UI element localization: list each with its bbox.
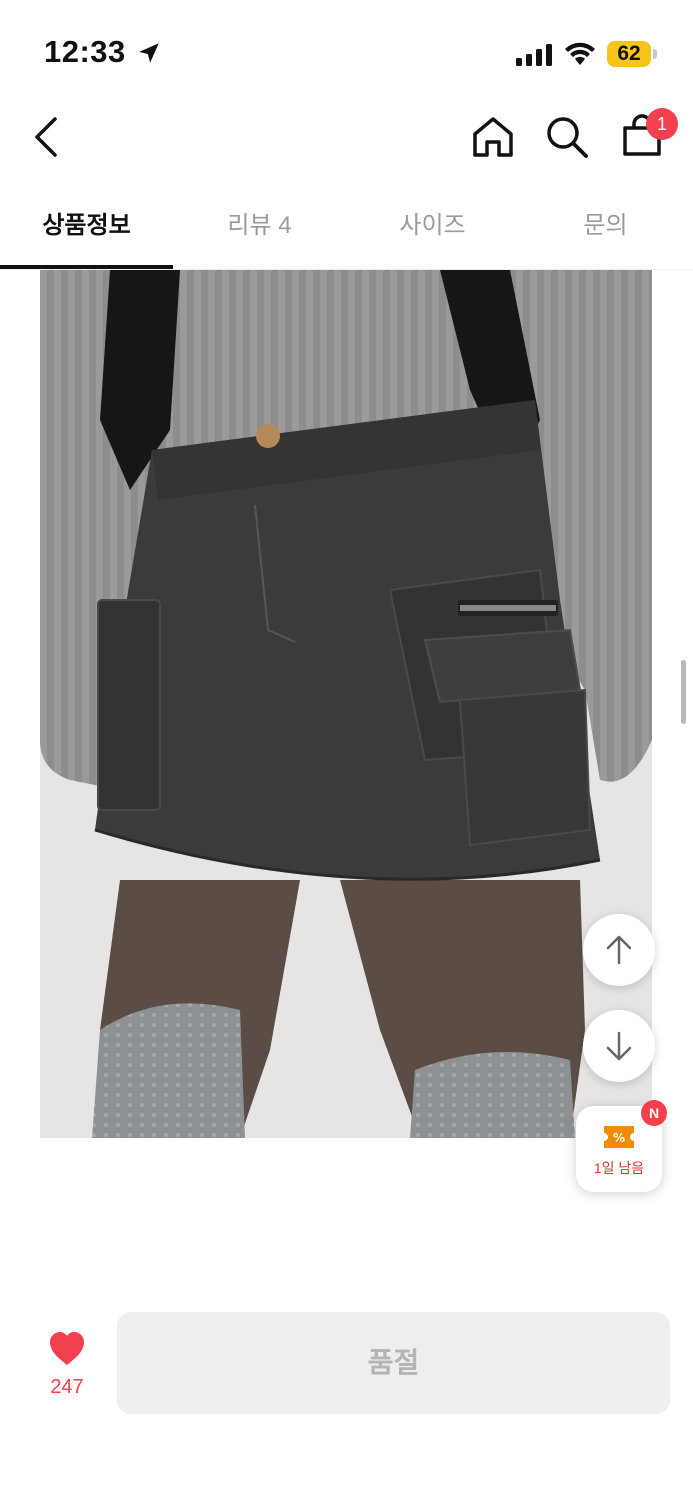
scroll-top-button[interactable] [583, 914, 655, 986]
sold-out-button[interactable]: 품절 [117, 1312, 670, 1414]
tab-reviews[interactable]: 리뷰 4 [173, 190, 346, 268]
coupon-ticket-icon: % [604, 1126, 634, 1148]
status-time: 12:33 [44, 34, 126, 69]
tab-inquiry[interactable]: 문의 [519, 190, 692, 268]
back-button[interactable] [26, 112, 66, 162]
home-icon[interactable] [470, 114, 516, 160]
heart-icon [50, 1332, 84, 1365]
scroll-bottom-button[interactable] [583, 1010, 655, 1082]
battery-indicator: 62 [607, 41, 657, 69]
arrow-up-icon [606, 935, 632, 965]
product-photo-illustration [40, 270, 652, 1138]
tab-product-info[interactable]: 상품정보 [0, 190, 173, 268]
active-tab-indicator [0, 265, 173, 269]
product-tabs: 상품정보 리뷰 4 사이즈 문의 [0, 190, 693, 270]
cart-count-badge: 1 [646, 108, 678, 140]
tab-size[interactable]: 사이즈 [346, 190, 519, 268]
location-arrow-icon [139, 43, 159, 63]
product-photo [40, 270, 652, 1138]
like-button[interactable]: 247 [40, 1332, 94, 1402]
search-icon[interactable] [544, 114, 590, 160]
battery-level: 62 [617, 42, 641, 65]
like-count: 247 [50, 1376, 84, 1398]
chevron-left-icon [35, 117, 57, 157]
status-bar: 12:33 62 [0, 0, 693, 100]
coupon-remaining-label: 1일 남음 [593, 1160, 645, 1176]
wifi-icon [565, 42, 595, 65]
cellular-signal-icon [516, 44, 552, 66]
new-badge: N [641, 1100, 667, 1126]
svg-text:%: % [613, 1131, 625, 1145]
scroll-indicator[interactable] [681, 660, 686, 724]
arrow-down-icon [606, 1031, 632, 1061]
